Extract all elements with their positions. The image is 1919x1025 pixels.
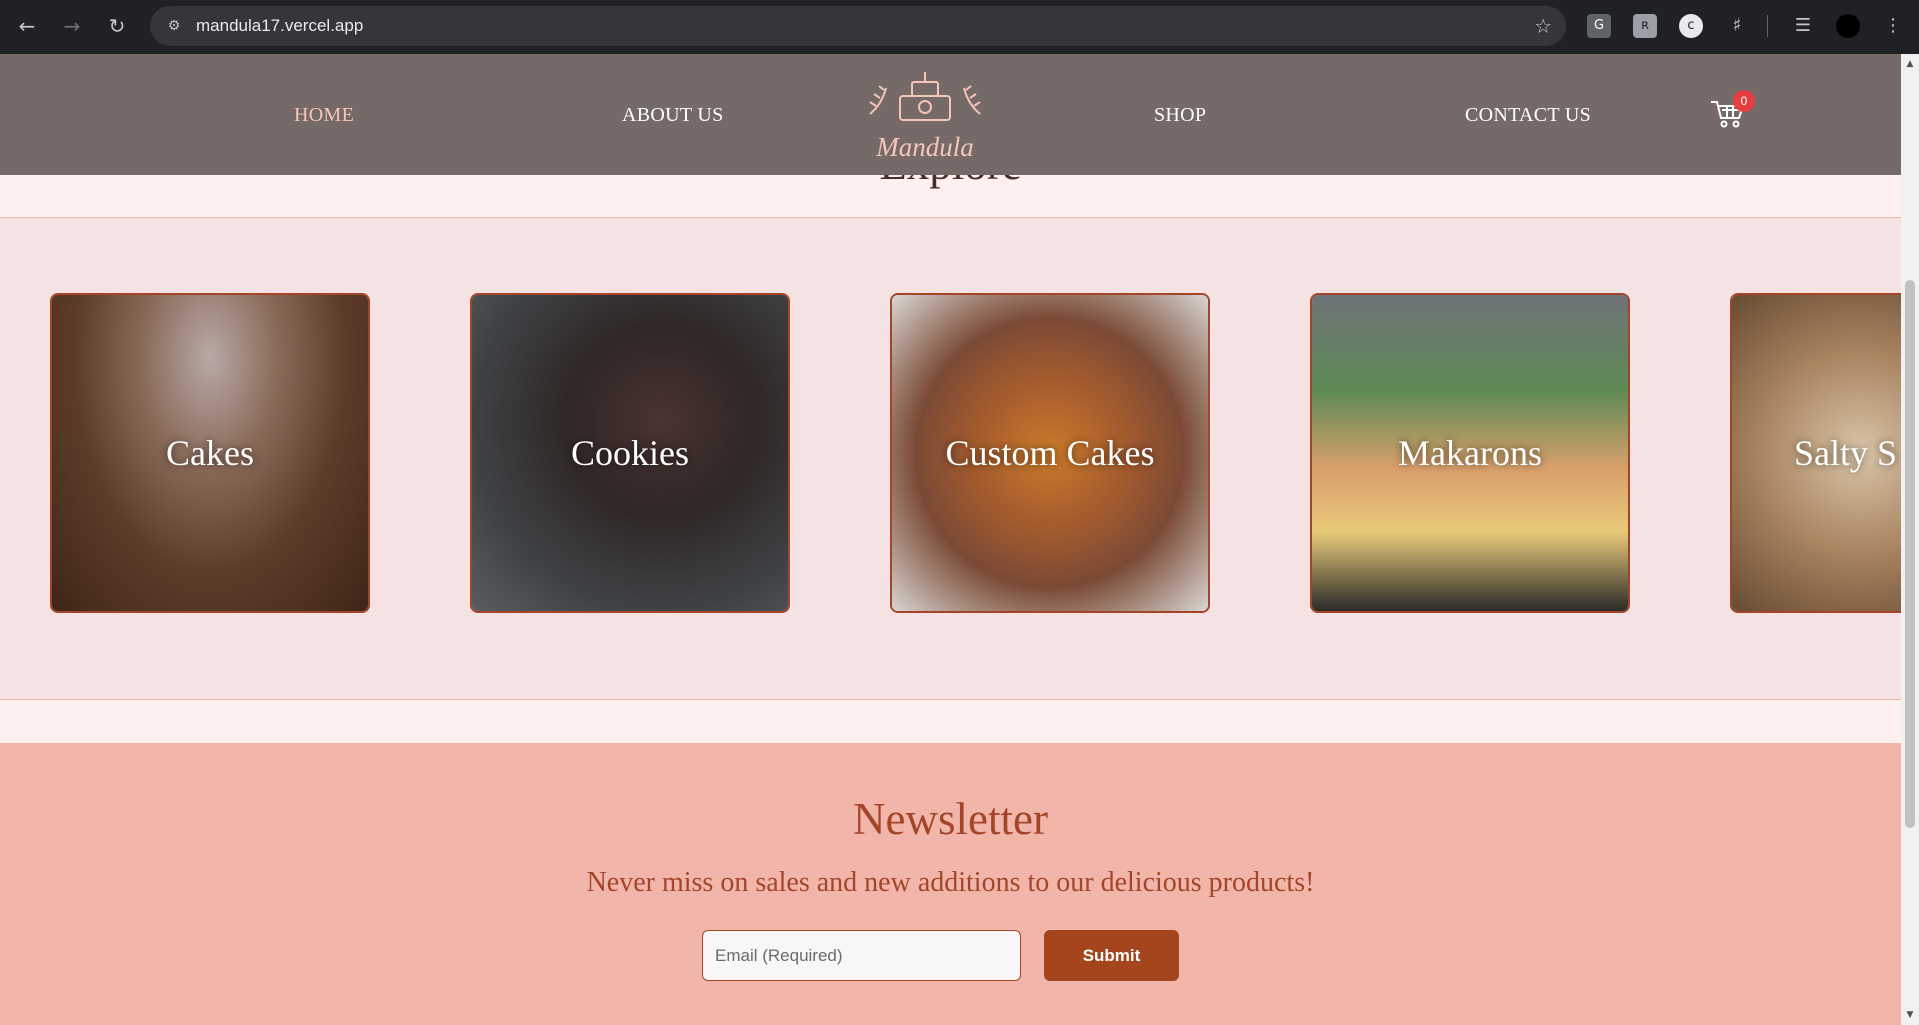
reload-icon[interactable]: ↻: [102, 11, 132, 41]
newsletter-section: Newsletter Never miss on sales and new a…: [0, 743, 1901, 1025]
newsletter-title: Newsletter: [853, 794, 1048, 844]
toolbar-divider: [1767, 15, 1768, 37]
site-header: HOME ABOUT US Mandula SHOP CONTACT US 0: [0, 54, 1901, 175]
category-card-makarons[interactable]: Makarons: [1310, 293, 1630, 613]
scroll-down-icon[interactable]: ▼: [1904, 1009, 1916, 1021]
cart-count-badge: 0: [1733, 90, 1755, 112]
url-text[interactable]: mandula17.vercel.app: [196, 6, 363, 46]
explore-footer-band: [0, 700, 1901, 749]
extension-g-icon[interactable]: G: [1587, 14, 1611, 38]
mandula-logo[interactable]: Mandula: [860, 68, 990, 168]
more-menu-icon[interactable]: ⋮: [1881, 14, 1905, 38]
forward-icon[interactable]: →: [57, 11, 87, 41]
category-card-custom-cakes[interactable]: Custom Cakes: [890, 293, 1210, 613]
logo-text: Mandula: [876, 132, 974, 162]
nav-shop[interactable]: SHOP: [1154, 104, 1206, 127]
nav-about-us[interactable]: ABOUT US: [622, 104, 724, 127]
nav-contact-us[interactable]: CONTACT US: [1465, 104, 1591, 127]
category-card-cookies[interactable]: Cookies: [470, 293, 790, 613]
page-viewport: Explore HOME ABOUT US Mandula SHOP CONTA…: [0, 54, 1901, 1025]
page-scrollbar[interactable]: ▲ ▼: [1901, 54, 1919, 1025]
category-card-salty[interactable]: Salty S: [1730, 293, 1901, 613]
scrollbar-thumb[interactable]: [1905, 280, 1915, 828]
bookmark-star-icon[interactable]: ☆: [1534, 14, 1552, 38]
cake-logo-icon: [869, 72, 981, 121]
nav-home[interactable]: HOME: [294, 104, 354, 127]
extensions-puzzle-icon[interactable]: ♯: [1725, 14, 1749, 38]
extension-r-icon[interactable]: ʀ: [1633, 14, 1657, 38]
category-card-cakes[interactable]: Cakes: [50, 293, 370, 613]
newsletter-subtitle: Never miss on sales and new additions to…: [586, 867, 1315, 898]
submit-button[interactable]: Submit: [1044, 930, 1179, 981]
email-field[interactable]: [702, 930, 1021, 981]
address-bar[interactable]: ⚙ mandula17.vercel.app ☆: [150, 6, 1566, 46]
category-label: Cakes: [166, 433, 254, 473]
category-label: Cookies: [570, 433, 689, 473]
browser-toolbar: ← → ↻ ⚙ mandula17.vercel.app ☆ G ʀ c ♯ ☰…: [0, 0, 1919, 54]
category-label: Makarons: [1398, 433, 1542, 473]
scroll-up-icon[interactable]: ▲: [1904, 58, 1916, 70]
profile-avatar[interactable]: [1836, 14, 1860, 38]
category-label: Salty S: [1794, 433, 1898, 473]
extension-c-icon[interactable]: c: [1679, 14, 1703, 38]
back-icon[interactable]: ←: [12, 11, 42, 41]
category-label: Custom Cakes: [945, 433, 1155, 473]
media-queue-icon[interactable]: ☰: [1791, 14, 1815, 38]
site-info-icon[interactable]: ⚙: [164, 16, 184, 36]
